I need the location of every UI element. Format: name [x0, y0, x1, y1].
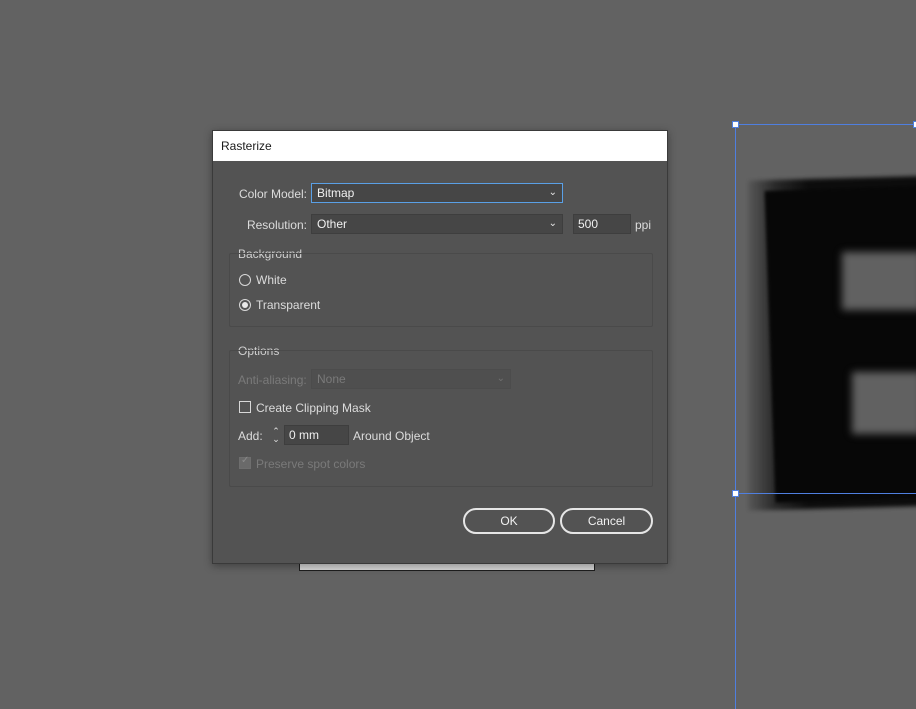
selection-handle-bottom-left[interactable] [732, 490, 739, 497]
artwork-gap-bottom [852, 372, 916, 434]
rasterize-dialog: Rasterize Color Model: Bitmap ⌄ Resoluti… [212, 130, 668, 564]
color-model-value: Bitmap [317, 186, 355, 200]
color-model-label: Color Model: [238, 187, 307, 201]
resolution-label: Resolution: [246, 218, 307, 232]
chevron-down-icon: ⌄ [548, 187, 557, 198]
anti-aliasing-select[interactable]: None ⌄ [311, 369, 511, 389]
resolution-select[interactable]: Other ⌄ [311, 214, 563, 234]
anti-aliasing-label: Anti-aliasing: [238, 373, 307, 387]
anti-aliasing-value: None [317, 372, 346, 386]
dialog-titlebar[interactable]: Rasterize [213, 131, 667, 161]
ppi-value: 500 [578, 217, 599, 231]
selection-edge-left [735, 124, 736, 709]
add-label: Add: [238, 429, 263, 443]
chevron-down-icon: ⌄ [496, 373, 505, 384]
artwork-gap-top [842, 252, 916, 310]
around-object-label: Around Object [353, 429, 430, 443]
selection-edge-top [735, 124, 916, 125]
ppi-unit-label: ppi [635, 218, 652, 232]
preserve-spot-label: Preserve spot colors [256, 457, 366, 471]
cancel-button[interactable]: Cancel [560, 508, 653, 534]
selection-edge-bottom [735, 493, 916, 494]
ok-button[interactable]: OK [463, 508, 555, 534]
preserve-spot-checkbox[interactable] [239, 455, 251, 469]
clipping-mask-label[interactable]: Create Clipping Mask [256, 401, 371, 415]
add-amount-input[interactable]: 0 mm [284, 425, 349, 445]
artwork-letter [764, 185, 916, 503]
stepper-icon[interactable]: ⌃ ⌄ [270, 427, 282, 447]
background-group [229, 253, 653, 327]
resolution-value: Other [317, 217, 348, 231]
radio-transparent-label[interactable]: Transparent [256, 298, 320, 312]
clipping-mask-checkbox[interactable] [239, 401, 251, 413]
dialog-title: Rasterize [221, 139, 272, 153]
radio-transparent[interactable] [239, 299, 251, 311]
radio-white-label[interactable]: White [256, 273, 287, 287]
selection-handle-top-left[interactable] [732, 121, 739, 128]
chevron-down-icon: ⌄ [548, 218, 557, 229]
radio-white[interactable] [239, 274, 251, 286]
ppi-input[interactable]: 500 [573, 214, 631, 234]
color-model-select[interactable]: Bitmap ⌄ [311, 183, 563, 203]
add-amount-value: 0 mm [289, 428, 319, 442]
